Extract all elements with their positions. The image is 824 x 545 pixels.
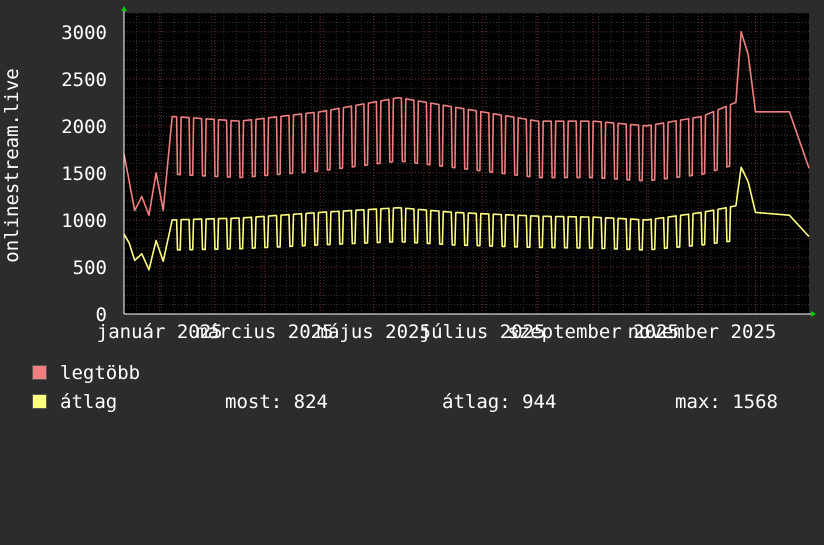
x-tick-label: május 2025: [317, 321, 431, 343]
chart-panel: 0 500 1000 1500 2000 2500 3000 január 2025 márci…: [0, 0, 824, 430]
legend-swatch-max: [32, 365, 47, 380]
legend-item-avg: átlag most: 824 átlag: 944 max: 1568: [32, 391, 824, 413]
stat-avg: átlag: 944: [442, 391, 557, 413]
legend-swatch-avg: [32, 394, 47, 409]
stat-max: max: 1568: [675, 391, 778, 413]
y-tick-label: 2500: [61, 69, 107, 91]
y-tick-label: 2000: [61, 116, 107, 138]
legend-label-avg: átlag: [60, 391, 118, 413]
x-tick-label: március 2025: [196, 321, 333, 343]
y-axis-label: onlinestream.live: [1, 68, 23, 262]
y-tick-label: 500: [73, 257, 107, 279]
x-axis-arrow-icon: [811, 311, 816, 317]
y-tick-label: 3000: [61, 22, 107, 44]
stat-now: most: 824: [225, 391, 328, 413]
y-tick-label: 1500: [61, 163, 107, 185]
legend-label-max: legtöbb: [60, 362, 141, 384]
legend-item-max: legtöbb: [32, 362, 140, 384]
y-axis-arrow-icon: [121, 6, 127, 11]
y-tick-label: 1000: [61, 210, 107, 232]
x-tick-label: november 2025: [628, 321, 777, 343]
line-chart: 050010001500200025003000január 2025márci…: [1, 6, 816, 343]
